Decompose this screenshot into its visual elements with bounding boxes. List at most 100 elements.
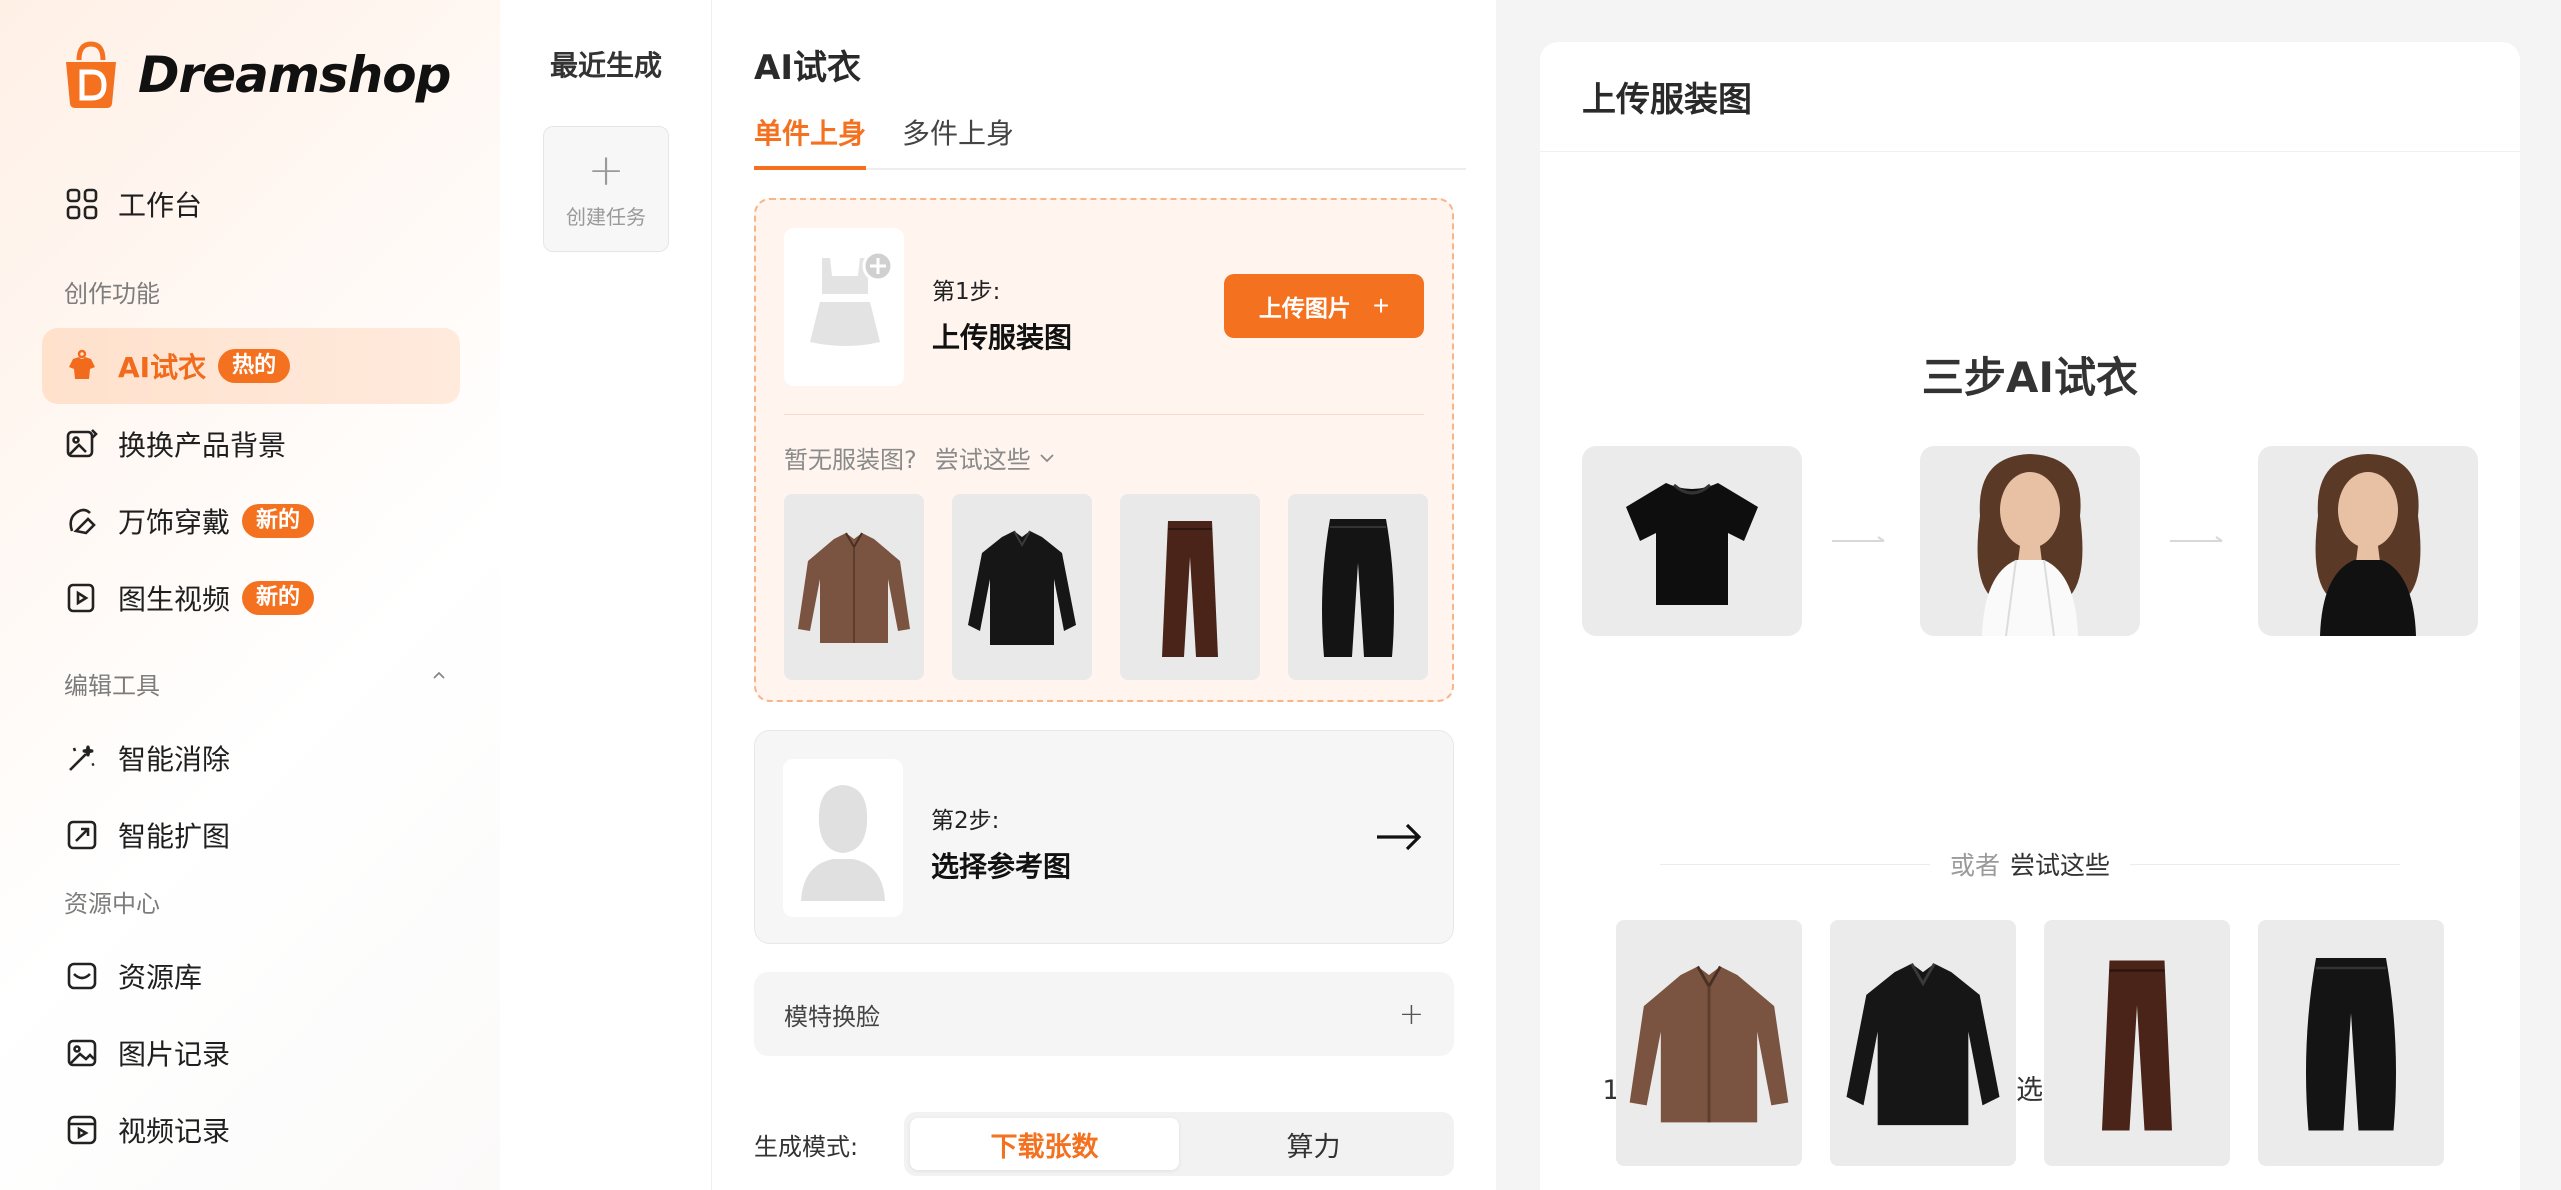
video-icon [64, 580, 100, 616]
model-placeholder[interactable] [783, 759, 903, 917]
divider [1660, 863, 1930, 865]
sidebar-item-accessory[interactable]: 万饰穿戴 新的 [42, 483, 460, 559]
mode-compute[interactable]: 算力 [1179, 1118, 1448, 1170]
upload-image-label: 上传图片 [1258, 295, 1351, 321]
chevron-up-icon[interactable] [432, 668, 446, 682]
step2-name: 选择参考图 [931, 850, 1072, 883]
accessory-icon [64, 503, 100, 539]
shopping-bag-logo-icon [62, 40, 120, 110]
clothes-placeholder[interactable] [784, 228, 904, 386]
or-text: 或者 尝试这些 [1950, 846, 2110, 882]
sample-black-pants[interactable] [2258, 920, 2444, 1166]
recent-title: 最近生成 [550, 49, 663, 82]
try-these-row: 暂无服装图? 尝试这些 [784, 440, 1057, 475]
step2-text: 第2步: 选择参考图 [931, 801, 1071, 885]
sample-black-shirt[interactable] [952, 494, 1092, 680]
upload-image-button[interactable]: 上传图片 + [1224, 274, 1424, 338]
divider [2130, 863, 2400, 865]
sidebar-item-smart-expand[interactable]: 智能扩图 [42, 797, 460, 873]
arrow-right-icon[interactable] [1371, 809, 1427, 865]
new-badge: 新的 [242, 581, 315, 615]
flow-arrow-icon [2170, 536, 2223, 542]
main-panel: AI试衣 单件上身 多件上身 第1步: 上传服装图 上传图片 + 暂无服装图? … [712, 0, 1496, 1190]
create-task-label: 创建任务 [566, 204, 646, 229]
sample-brown-pants[interactable] [1120, 494, 1260, 680]
hot-badge: 热的 [218, 349, 291, 383]
sidebar-item-label: 万饰穿戴 [118, 506, 231, 539]
sample-black-shirt[interactable] [1830, 920, 2016, 1166]
step1-number: 第1步: [932, 279, 1001, 305]
generation-mode-label: 生成模式: [754, 1132, 859, 1161]
face-swap-row[interactable]: 模特换脸 + [754, 972, 1454, 1056]
step1-text: 第1步: 上传服装图 [932, 272, 1072, 356]
video-record-icon [64, 1112, 100, 1148]
create-task-button[interactable]: + 创建任务 [543, 126, 669, 252]
upload-clothes-panel: 上传服装图 三步AI试衣 2、上传/选择模型图 或者 尝试这些 [1540, 42, 2520, 1190]
grid-icon [64, 186, 100, 222]
tab-bar: 单件上身 多件上身 [754, 112, 1466, 170]
sidebar-item-video-records[interactable]: 视频记录 [42, 1092, 460, 1168]
step1-name: 上传服装图 [932, 321, 1073, 354]
new-badge: 新的 [242, 504, 315, 538]
three-step-title: 三步AI试衣 [1921, 353, 2139, 402]
sample-black-pants[interactable] [1288, 494, 1428, 680]
recent-column: 最近生成 + 创建任务 [500, 0, 712, 1190]
generation-mode-row: 生成模式: 下载张数 算力 [754, 1112, 1454, 1176]
generation-mode-switch: 下载张数 算力 [904, 1112, 1454, 1176]
sidebar-item-label: 资源库 [118, 961, 203, 994]
or-label: 或者 [1949, 851, 2000, 880]
section-label-resource: 资源中心 [64, 890, 160, 918]
sidebar-item-image-records[interactable]: 图片记录 [42, 1015, 460, 1091]
face-swap-label: 模特换脸 [784, 1002, 880, 1031]
sidebar-item-label: 智能消除 [118, 743, 231, 776]
sidebar-item-label: 图片记录 [118, 1038, 231, 1071]
tab-single[interactable]: 单件上身 [754, 112, 867, 170]
hanger-shirt-icon [64, 348, 100, 384]
sidebar-item-label: 工作台 [118, 189, 203, 222]
sample-clothes-list [784, 494, 1428, 680]
sample-brown-shirt[interactable] [1616, 920, 1802, 1166]
logo[interactable]: Dreamshop [62, 40, 451, 110]
three-step-flow: 1、上传白底图 2、上传/选择模型图 3、点击生成 [1582, 446, 2478, 1106]
try-these-link[interactable]: 尝试这些 [935, 440, 1031, 475]
flow-arrow-icon [1832, 536, 1885, 542]
sidebar-item-label: 换换产品背景 [118, 429, 287, 462]
step-image-result [2258, 446, 2478, 636]
page-title: AI试衣 [754, 48, 861, 88]
sidebar-item-ai-tryon[interactable]: AI试衣 热的 [42, 328, 460, 404]
no-clothes-text: 暂无服装图? [784, 446, 917, 474]
sample-brown-pants[interactable] [2044, 920, 2230, 1166]
person-placeholder-icon [801, 785, 885, 901]
step2-number: 第2步: [931, 808, 1000, 834]
step-image-white-background [1582, 446, 1802, 636]
or-try-these-row: 或者 尝试这些 [1660, 844, 2400, 884]
sidebar: Dreamshop 工作台 创作功能 AI试衣 热的 换换产品背景 万饰穿戴 新… [0, 0, 500, 1190]
sidebar-item-library[interactable]: 资源库 [42, 938, 460, 1014]
panel-header: 上传服装图 [1540, 42, 2520, 152]
sample-brown-shirt[interactable] [784, 494, 924, 680]
section-label-edit: 编辑工具 [64, 672, 160, 700]
mode-download-count[interactable]: 下载张数 [910, 1118, 1179, 1170]
sidebar-item-label: 智能扩图 [118, 820, 231, 853]
plus-icon: + [587, 144, 625, 196]
sidebar-item-label: 图生视频 [118, 583, 231, 616]
plus-icon: + [1372, 290, 1390, 321]
sidebar-item-smart-erase[interactable]: 智能消除 [42, 720, 460, 796]
divider [784, 414, 1424, 415]
step2-card[interactable]: 第2步: 选择参考图 [754, 730, 1454, 944]
sidebar-item-image-to-video[interactable]: 图生视频 新的 [42, 560, 460, 636]
sidebar-item-workbench[interactable]: 工作台 [42, 166, 460, 242]
expand-icon [64, 817, 100, 853]
magic-wand-icon [64, 740, 100, 776]
sample-clothes-gallery [1616, 920, 2444, 1166]
sidebar-item-change-background[interactable]: 换换产品背景 [42, 406, 460, 482]
plus-icon[interactable]: + [1399, 997, 1424, 1032]
image-icon [64, 1035, 100, 1071]
try-these-label: 尝试这些 [2010, 851, 2111, 880]
image-swap-icon [64, 426, 100, 462]
tab-multiple[interactable]: 多件上身 [902, 112, 1014, 166]
clothes-placeholder-icon [810, 250, 892, 346]
sidebar-item-label: 视频记录 [118, 1115, 231, 1148]
section-label-create: 创作功能 [64, 280, 160, 308]
chevron-down-icon[interactable] [1037, 448, 1057, 468]
